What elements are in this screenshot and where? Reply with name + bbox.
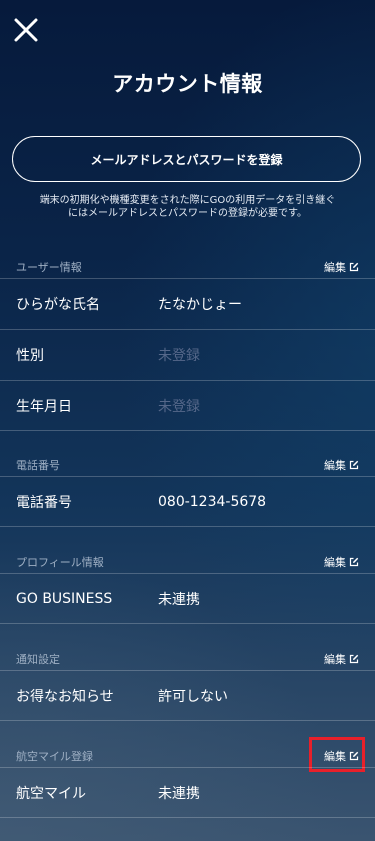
row-label: 性別 xyxy=(16,348,44,364)
edit-button-notifications[interactable]: 編集 xyxy=(324,649,359,669)
edit-button-profile[interactable]: 編集 xyxy=(324,552,359,572)
section-header-phone: 電話番号 編集 xyxy=(16,456,359,474)
row-gender[interactable]: 性別 未登録 xyxy=(0,329,375,380)
row-hiragana-name[interactable]: ひらがな氏名 たなかじょー xyxy=(0,278,375,329)
section-title-profile: プロフィール情報 xyxy=(16,556,104,569)
row-label: 航空マイル xyxy=(16,786,86,802)
row-airline-miles[interactable]: 航空マイル 未連携 xyxy=(0,767,375,818)
edit-button-user-info[interactable]: 編集 xyxy=(324,257,359,277)
section-title-phone: 電話番号 xyxy=(16,459,60,472)
row-value: 未登録 xyxy=(158,348,200,364)
divider xyxy=(0,623,375,624)
row-label: お得なお知らせ xyxy=(16,689,114,705)
edit-icon xyxy=(349,557,359,567)
row-label: 生年月日 xyxy=(16,399,72,415)
section-header-mileage: 航空マイル登録 編集 xyxy=(16,747,359,765)
edit-button-phone[interactable]: 編集 xyxy=(324,455,359,475)
row-label: GO BUSINESS xyxy=(16,591,113,607)
divider xyxy=(0,526,375,527)
edit-label: 編集 xyxy=(324,556,346,569)
page-title: アカウント情報 xyxy=(112,72,263,96)
section-header-user-info: ユーザー情報 編集 xyxy=(16,258,359,276)
edit-label: 編集 xyxy=(324,653,346,666)
divider xyxy=(0,430,375,431)
register-email-password-button[interactable]: メールアドレスとパスワードを登録 xyxy=(12,136,361,182)
edit-icon xyxy=(349,262,359,272)
row-value: 許可しない xyxy=(158,689,228,705)
row-deals-notifications[interactable]: お得なお知らせ 許可しない xyxy=(0,670,375,721)
row-birthdate[interactable]: 生年月日 未登録 xyxy=(0,380,375,431)
divider xyxy=(0,720,375,721)
row-go-business[interactable]: GO BUSINESS 未連携 xyxy=(0,573,375,624)
data-transfer-notice: 端末の初期化や機種変更をされた際にGOの利用データを引き継ぐ にはメールアドレス… xyxy=(0,194,375,220)
row-label: 電話番号 xyxy=(16,495,72,511)
section-title-user-info: ユーザー情報 xyxy=(16,261,82,274)
notice-line-2: にはメールアドレスとパスワードの登録が必要です。 xyxy=(68,208,307,219)
row-value: 未登録 xyxy=(158,399,200,415)
close-button[interactable] xyxy=(12,16,40,44)
section-title-notifications: 通知設定 xyxy=(16,653,60,666)
section-header-notifications: 通知設定 編集 xyxy=(16,650,359,668)
edit-icon xyxy=(349,654,359,664)
row-phone-number[interactable]: 電話番号 080-1234-5678 xyxy=(0,476,375,527)
edit-label: 編集 xyxy=(324,261,346,274)
edit-label: 編集 xyxy=(324,459,346,472)
row-value: たなかじょー xyxy=(158,297,242,313)
row-label: ひらがな氏名 xyxy=(16,297,100,313)
notice-line-1: 端末の初期化や機種変更をされた際にGOの利用データを引き継ぐ xyxy=(39,195,336,206)
row-value: 未連携 xyxy=(158,786,200,802)
section-header-profile: プロフィール情報 編集 xyxy=(16,553,359,571)
row-value: 未連携 xyxy=(158,592,200,608)
edit-icon xyxy=(349,460,359,470)
section-title-mileage: 航空マイル登録 xyxy=(16,750,93,763)
divider xyxy=(0,817,375,818)
row-value: 080-1234-5678 xyxy=(158,494,267,510)
close-icon xyxy=(12,16,40,44)
